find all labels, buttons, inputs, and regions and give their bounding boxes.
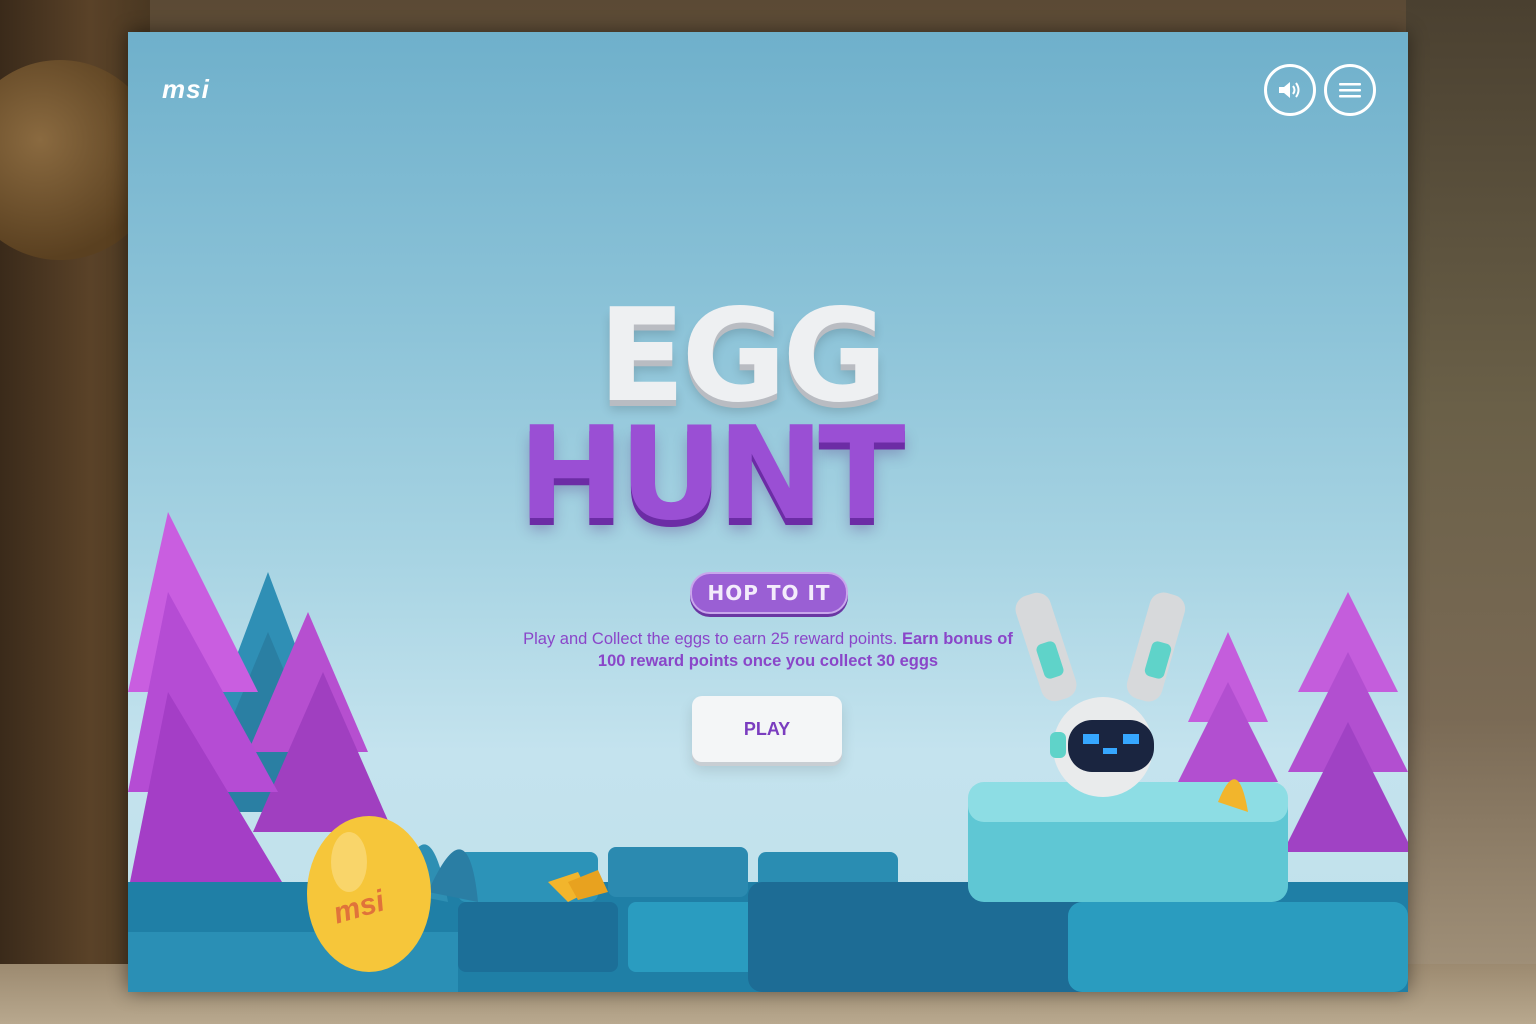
background-wall <box>1406 0 1536 1024</box>
game-title: EGG HUNT <box>508 282 1028 612</box>
egg-icon: msi <box>307 816 431 972</box>
msi-logo[interactable]: msi <box>162 74 210 105</box>
menu-button[interactable] <box>1324 64 1376 116</box>
title-hunt: HUNT <box>518 400 905 549</box>
speaker-icon <box>1279 82 1300 98</box>
game-screen: msi msi EGG HUNT HOP TO IT Play and Coll… <box>128 32 1408 992</box>
description-text: Play and Collect the eggs to earn 25 rew… <box>523 630 898 648</box>
tagline-badge: HOP TO IT <box>690 572 848 614</box>
play-button[interactable]: PLAY <box>692 696 842 762</box>
game-description: Play and Collect the eggs to earn 25 rew… <box>508 628 1028 672</box>
robot-bunny <box>1015 592 1186 797</box>
sound-toggle-button[interactable] <box>1264 64 1316 116</box>
msi-egg: msi <box>304 802 434 972</box>
hamburger-menu-icon <box>1339 83 1361 98</box>
